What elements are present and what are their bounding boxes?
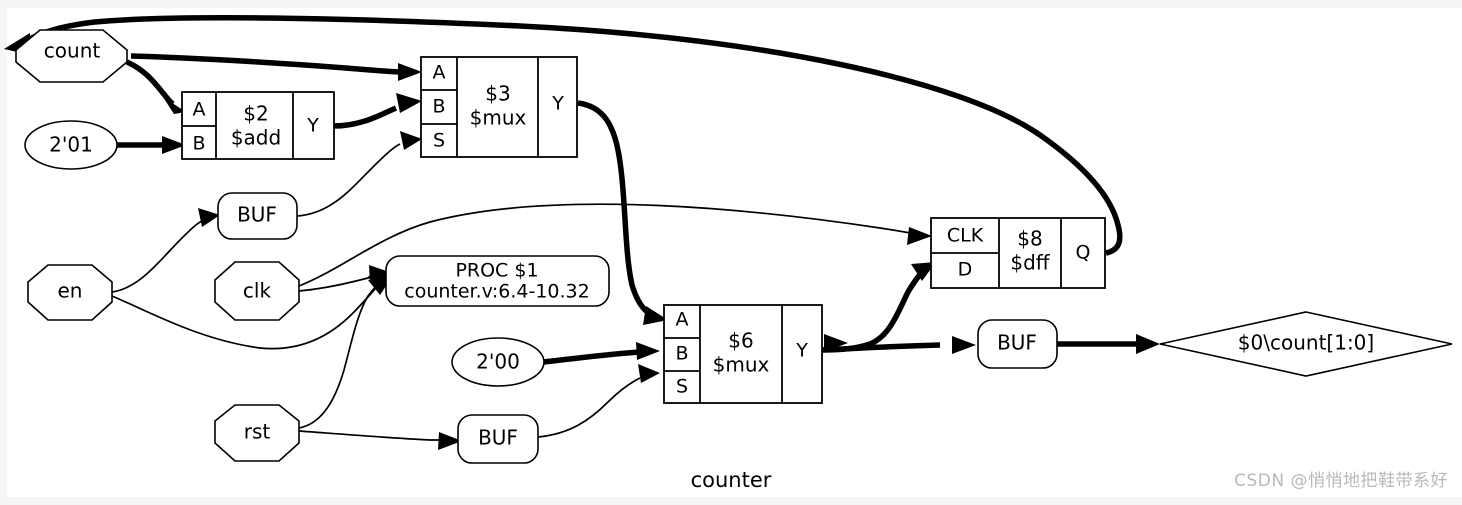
wire-mux6-y-to-bufout xyxy=(821,334,976,354)
cell-mux3-port-a: A xyxy=(433,62,446,84)
io-node-rst[interactable]: rst xyxy=(214,404,300,462)
cell-mux3-port-b: B xyxy=(432,96,445,118)
const-node-201-label: 2'01 xyxy=(49,133,93,157)
wire-en-to-bufen xyxy=(111,208,220,293)
cell-add2-name: $2 xyxy=(243,102,268,126)
cell-mux3-type: $mux xyxy=(470,106,527,130)
wire-count-to-add2-a xyxy=(125,59,186,114)
diagram-canvas: count 2'01 en clk rst BUF BUF BUF 2'00 P… xyxy=(0,0,1462,505)
cell-mux6-port-a: A xyxy=(676,309,689,331)
wire-bufout-to-outcount xyxy=(1057,334,1160,354)
output-node-count-label: $0\count[1:0] xyxy=(1238,331,1374,355)
wire-add2-y-to-mux3-b xyxy=(333,93,422,129)
const-node-200-label: 2'00 xyxy=(476,350,520,374)
cell-dff8-type: $dff xyxy=(1010,251,1050,275)
buf-node-en[interactable]: BUF xyxy=(217,192,298,240)
io-node-clk[interactable]: clk xyxy=(214,261,300,321)
cell-add2-type: $add xyxy=(231,126,281,150)
diagram-title: counter xyxy=(691,468,772,492)
io-node-count-label: count xyxy=(44,39,101,63)
cell-dff8-port-q: Q xyxy=(1076,242,1091,264)
wire-const201-to-add2-b xyxy=(117,136,186,154)
io-node-count[interactable]: count xyxy=(15,29,128,83)
const-node-201[interactable]: 2'01 xyxy=(24,120,118,170)
cell-mux6-port-s: S xyxy=(676,376,688,398)
wire-bufrst-to-mux6-s xyxy=(537,364,660,438)
cell-mux3-name: $3 xyxy=(485,82,510,106)
io-node-clk-label: clk xyxy=(243,279,272,303)
cell-mux3[interactable]: A B S $3 $mux Y xyxy=(420,56,578,158)
proc-node-1[interactable]: PROC $1 counter.v:6.4-10.32 xyxy=(385,255,610,307)
buf-node-en-label: BUF xyxy=(237,203,277,227)
watermark: CSDN @悄悄地把鞋带系好 xyxy=(1234,471,1448,491)
cell-add2-port-b: B xyxy=(192,133,205,155)
cell-dff8-port-d: D xyxy=(958,259,973,281)
proc-node-1-line1: PROC $1 xyxy=(455,260,538,282)
wire-rst-to-proc1 xyxy=(298,272,392,429)
io-node-rst-label: rst xyxy=(244,420,271,444)
buf-node-out[interactable]: BUF xyxy=(977,319,1058,369)
cell-add2-port-a: A xyxy=(193,99,206,121)
cell-mux6-name: $6 xyxy=(728,329,753,353)
wire-count-to-mux3-a xyxy=(130,53,422,81)
buf-node-out-label: BUF xyxy=(997,331,1037,355)
cell-mux6[interactable]: A B S $6 $mux Y xyxy=(663,304,823,404)
io-node-en-label: en xyxy=(58,279,83,303)
buf-node-rst-label: BUF xyxy=(478,426,518,450)
cell-mux3-port-y: Y xyxy=(551,93,564,115)
cell-mux6-port-y: Y xyxy=(795,340,808,362)
buf-node-rst[interactable]: BUF xyxy=(457,414,539,464)
cell-add2[interactable]: A B $2 $add Y xyxy=(181,91,335,160)
const-node-200[interactable]: 2'00 xyxy=(451,337,545,387)
cell-mux6-port-b: B xyxy=(675,343,688,365)
cell-dff8[interactable]: CLK D $8 $dff Q xyxy=(930,217,1106,289)
cell-mux6-type: $mux xyxy=(713,353,770,377)
cell-mux3-port-s: S xyxy=(433,130,445,152)
wire-const200-to-mux6-b xyxy=(542,342,660,365)
cell-add2-port-y: Y xyxy=(306,115,319,137)
output-node-count[interactable]: $0\count[1:0] xyxy=(1159,311,1453,377)
cell-dff8-port-clk: CLK xyxy=(947,225,984,247)
proc-node-1-line2: counter.v:6.4-10.32 xyxy=(404,281,589,303)
cell-dff8-name: $8 xyxy=(1017,227,1042,251)
netlist-graph: count 2'01 en clk rst BUF BUF BUF 2'00 P… xyxy=(4,15,1453,492)
wire-rst-to-bufrst xyxy=(298,430,462,450)
io-node-en[interactable]: en xyxy=(27,264,113,321)
wire-mux6-y-to-dff8-d xyxy=(821,262,936,353)
